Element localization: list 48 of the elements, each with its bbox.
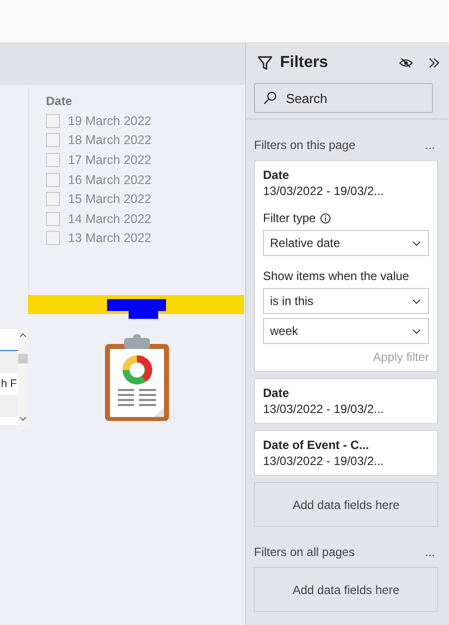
slicer-item-label[interactable]: 14 March 2022 (68, 212, 152, 226)
slicer-item-label[interactable]: 19 March 2022 (68, 114, 152, 128)
filter-card[interactable]: Date of Event - C... 13/03/2022 - 19/03/2... (254, 430, 438, 476)
filter-field-name: Date of Event - C... (263, 438, 370, 452)
filter-card[interactable]: Date 13/03/2022 - 19/03/2... (254, 378, 438, 424)
clipboard-report-icon (104, 334, 170, 422)
search-icon (263, 91, 277, 105)
filter-summary: 13/03/2022 - 19/03/2... (263, 454, 385, 468)
unit-dropdown[interactable]: week (263, 318, 429, 344)
scrollbar[interactable] (18, 329, 28, 425)
info-icon[interactable] (320, 212, 331, 224)
redaction-block (107, 299, 166, 319)
filter-icon (257, 55, 273, 71)
checkbox[interactable] (46, 133, 60, 148)
table-cell-text: h F (1, 377, 18, 392)
search-field[interactable]: Search (254, 83, 433, 113)
pane-title: Filters (280, 54, 330, 72)
section-title: Filters on all pages (254, 545, 355, 559)
table-row (0, 395, 18, 417)
checkbox[interactable] (46, 152, 60, 167)
slicer-item-label[interactable]: 15 March 2022 (68, 192, 152, 206)
more-options[interactable]: ... (424, 545, 435, 559)
eye-hidden-icon[interactable] (399, 56, 413, 70)
checkbox[interactable] (46, 212, 60, 226)
section-title: Filters on this page (254, 138, 356, 152)
drop-zone[interactable]: Add data fields here (254, 482, 438, 527)
checkbox[interactable] (46, 114, 60, 128)
condition-label: Show items when the value (263, 269, 410, 283)
slicer-item-label[interactable]: 18 March 2022 (68, 133, 152, 148)
table-row (0, 351, 18, 373)
slicer-item-label[interactable]: 13 March 2022 (68, 231, 152, 246)
slicer-title: Date (46, 94, 74, 108)
checkbox[interactable] (46, 192, 60, 206)
filter-summary: 13/03/2022 - 19/03/2... (263, 402, 385, 416)
collapse-icon[interactable] (427, 56, 441, 70)
filter-card[interactable]: Date 13/03/2022 - 19/03/2... Filter type Relative date Show items when the value is in this week Apply filter (254, 160, 438, 372)
more-options[interactable]: ... (424, 138, 435, 152)
checkbox[interactable] (46, 231, 60, 246)
filter-field-name: Date (263, 168, 290, 182)
drop-zone[interactable]: Add data fields here (254, 567, 438, 612)
checkbox[interactable] (46, 172, 60, 187)
filter-type-dropdown[interactable]: Relative date (263, 230, 429, 256)
operator-dropdown[interactable]: is in this (263, 288, 429, 314)
filter-field-name: Date (263, 386, 290, 400)
filter-type-label: Filter type (263, 211, 316, 225)
slicer-item-label[interactable]: 16 March 2022 (68, 172, 152, 187)
filter-summary: 13/03/2022 - 19/03/2... (263, 184, 385, 198)
slicer-item-label[interactable]: 17 March 2022 (68, 152, 152, 167)
